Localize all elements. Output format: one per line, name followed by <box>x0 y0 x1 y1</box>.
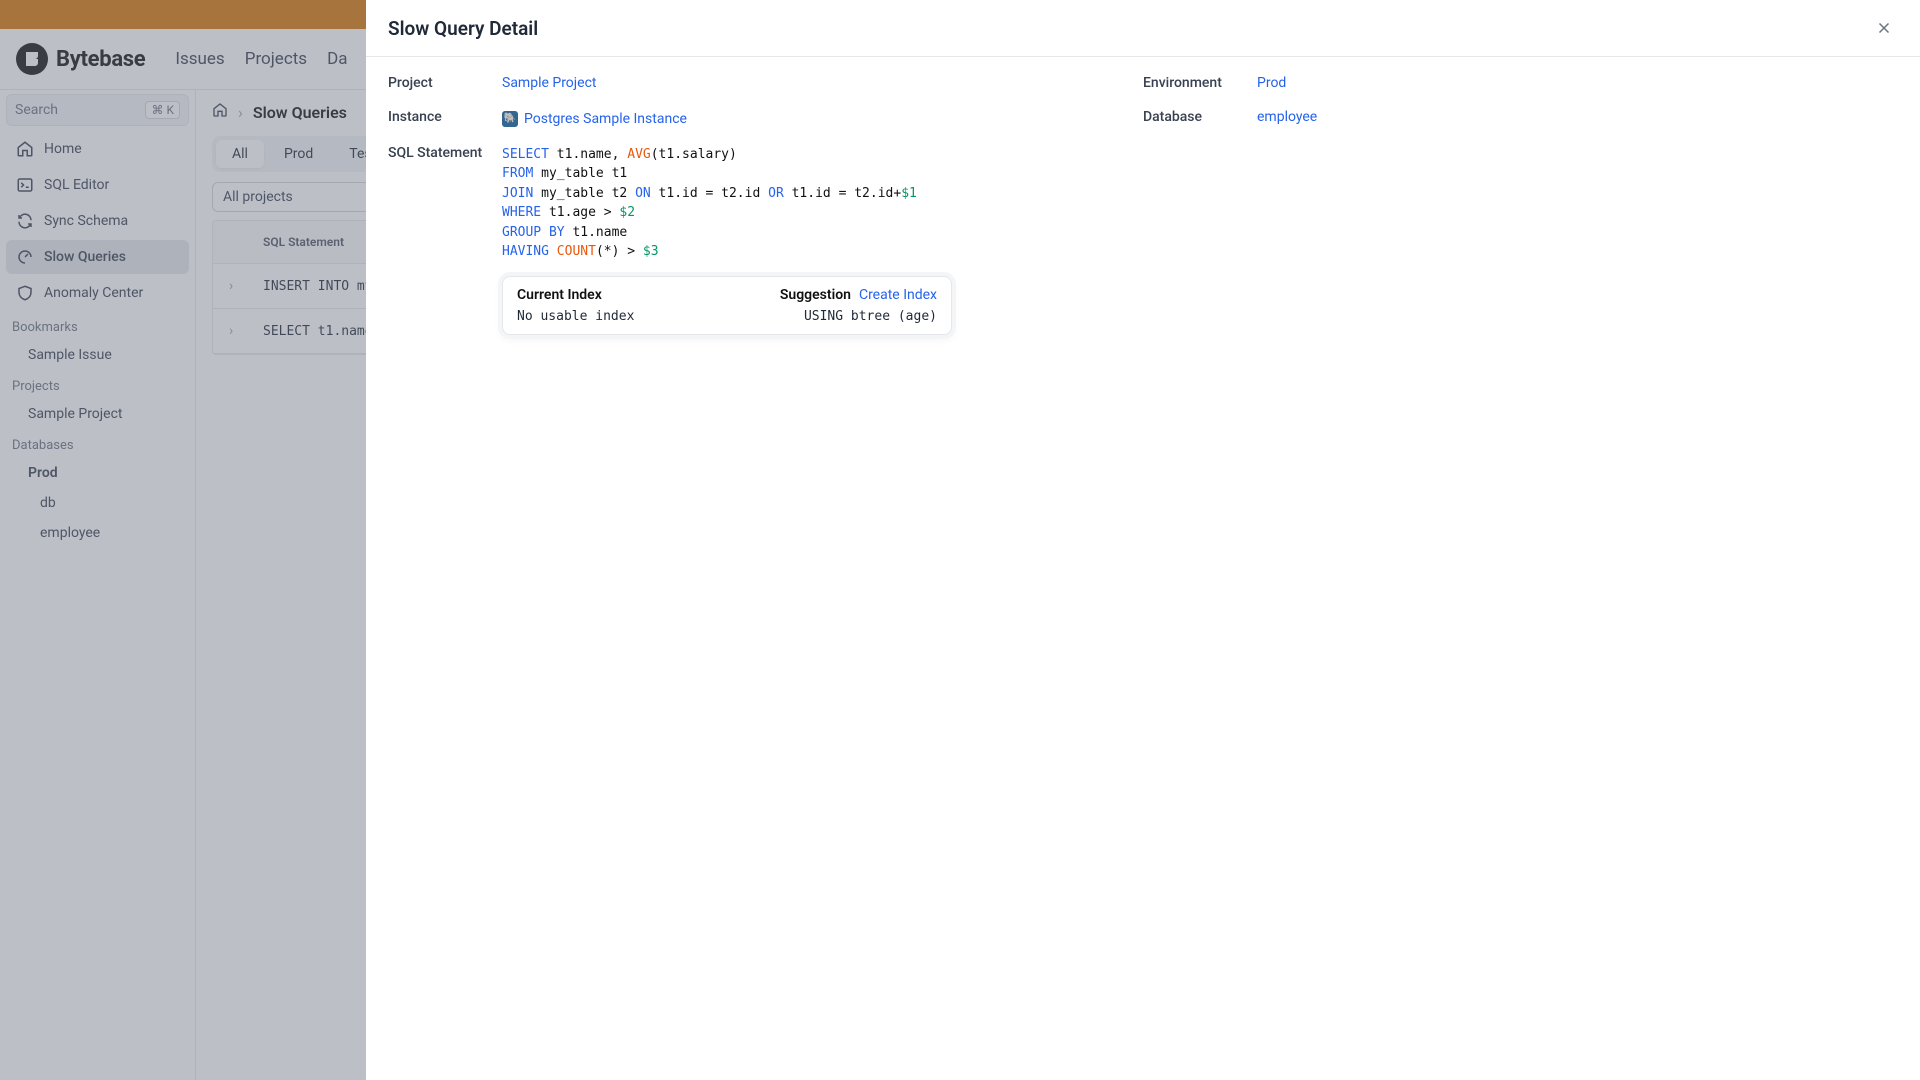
label-instance: Instance <box>388 109 502 125</box>
close-icon <box>1875 19 1893 37</box>
value-database: employee <box>1257 109 1898 125</box>
slow-query-detail-drawer: Slow Query Detail Project Sample Project… <box>366 0 1920 1080</box>
drawer-title: Slow Query Detail <box>388 17 538 40</box>
value-sql: SELECT t1.name, AVG(t1.salary) FROM my_t… <box>502 145 1898 335</box>
value-instance: 🐘 Postgres Sample Instance <box>502 109 1143 127</box>
close-button[interactable] <box>1870 14 1898 42</box>
label-project: Project <box>388 75 502 91</box>
suggestion-value: USING btree (age) <box>804 309 937 324</box>
current-index-label: Current Index <box>517 287 602 303</box>
environment-link[interactable]: Prod <box>1257 75 1286 91</box>
database-link[interactable]: employee <box>1257 109 1317 125</box>
detail-info-grid: Project Sample Project Environment Prod … <box>388 75 1898 335</box>
value-environment: Prod <box>1257 75 1898 91</box>
drawer-header: Slow Query Detail <box>366 0 1920 57</box>
suggestion-label: Suggestion <box>780 287 851 303</box>
create-index-link[interactable]: Create Index <box>859 287 937 303</box>
value-project: Sample Project <box>502 75 1143 91</box>
postgres-icon: 🐘 <box>502 111 518 127</box>
label-sql: SQL Statement <box>388 145 502 161</box>
project-link[interactable]: Sample Project <box>502 75 596 91</box>
current-index-value: No usable index <box>517 309 634 324</box>
instance-link[interactable]: Postgres Sample Instance <box>524 111 687 127</box>
drawer-body: Project Sample Project Environment Prod … <box>366 57 1920 353</box>
label-environment: Environment <box>1143 75 1257 91</box>
index-suggestion-panel: Current Index Suggestion Create Index No… <box>502 276 952 335</box>
label-database: Database <box>1143 109 1257 125</box>
sql-statement-block: SELECT t1.name, AVG(t1.salary) FROM my_t… <box>502 145 1898 262</box>
